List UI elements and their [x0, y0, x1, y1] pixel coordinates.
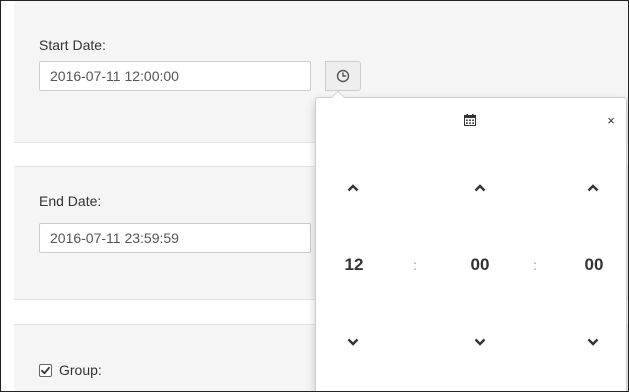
chevron-down-icon — [587, 338, 599, 346]
seconds-increment-button[interactable] — [581, 176, 605, 200]
hours-value[interactable]: 12 — [334, 255, 374, 275]
start-date-label: Start Date: — [39, 37, 106, 53]
hours-increment-button[interactable] — [341, 176, 365, 200]
seconds-decrement-button[interactable] — [581, 330, 605, 354]
chevron-up-icon — [474, 184, 486, 192]
chevron-down-icon — [474, 338, 486, 346]
start-date-input[interactable]: 2016-07-11 12:00:00 — [39, 61, 311, 91]
time-separator: : — [533, 257, 537, 273]
seconds-value[interactable]: 00 — [574, 255, 614, 275]
minutes-increment-button[interactable] — [468, 176, 492, 200]
chevron-up-icon — [587, 184, 599, 192]
picker-toggle-calendar-button[interactable] — [456, 110, 484, 130]
end-date-label: End Date: — [39, 193, 102, 209]
hours-decrement-button[interactable] — [341, 330, 365, 354]
group-label: Group: — [59, 362, 102, 378]
end-date-input[interactable]: 2016-07-11 23:59:59 — [39, 223, 311, 253]
group-checkbox[interactable] — [39, 364, 52, 377]
clock-icon — [336, 69, 350, 83]
time-separator: : — [413, 257, 417, 273]
time-picker-popup: × 12 : 00 : 00 — [315, 91, 627, 391]
picker-close-button[interactable]: × — [600, 110, 622, 130]
minutes-value[interactable]: 00 — [460, 255, 500, 275]
chevron-down-icon — [347, 338, 359, 346]
form-frame: Start Date: 2016-07-11 12:00:00 End Date… — [0, 0, 629, 392]
minutes-decrement-button[interactable] — [468, 330, 492, 354]
start-date-clock-button[interactable] — [325, 61, 361, 91]
calendar-icon — [464, 114, 476, 126]
checkmark-icon — [41, 366, 50, 375]
chevron-up-icon — [347, 184, 359, 192]
